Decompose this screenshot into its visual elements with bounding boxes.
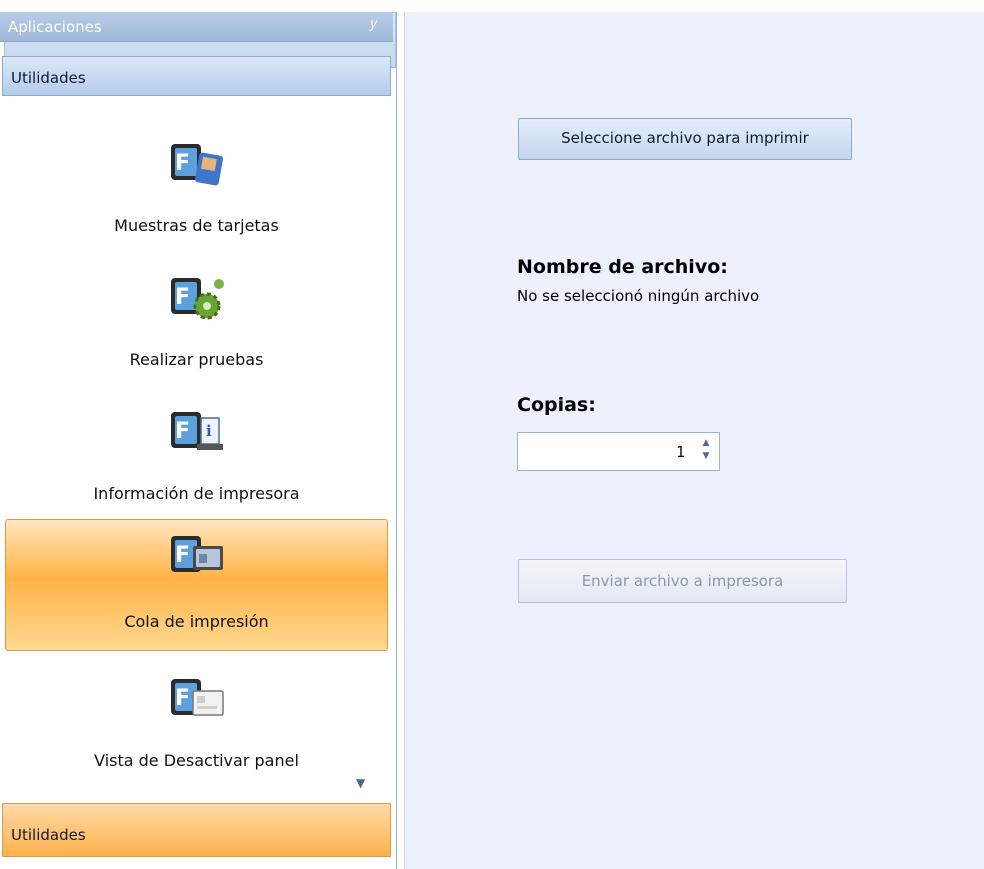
group-header-utilidades-bottom[interactable]: Utilidades <box>2 803 391 857</box>
printer-info-icon: F i <box>170 412 223 450</box>
pin-icon[interactable]: 𝑦 <box>370 16 377 32</box>
run-tests-icon: F <box>170 278 224 320</box>
card-samples-icon: F <box>170 144 223 186</box>
spinner-buttons[interactable]: ▲ ▼ <box>699 437 713 467</box>
sidebar-item-label: Cola de impresión <box>124 612 269 631</box>
applications-bar: Aplicaciones 𝑦 <box>0 12 393 42</box>
svg-text:F: F <box>175 543 190 568</box>
sidebar-item-card-samples[interactable]: F Muestras de tarjetas <box>5 128 388 256</box>
sidebar-item-label: Muestras de tarjetas <box>114 216 279 235</box>
filename-value: No se seleccionó ningún archivo <box>517 287 760 305</box>
group-header-label: Utilidades <box>11 69 86 87</box>
sidebar-item-label: Realizar pruebas <box>129 350 264 369</box>
svg-text:F: F <box>175 686 190 711</box>
group-header-label: Utilidades <box>11 826 86 844</box>
scroll-down-icon[interactable]: ▼ <box>356 776 365 790</box>
group-header-utilidades[interactable]: Utilidades <box>2 56 391 96</box>
copies-label: Copias: <box>517 394 596 416</box>
select-file-button[interactable]: Seleccione archivo para imprimir <box>518 118 852 160</box>
sidebar-item-run-tests[interactable]: F Realizar pruebas <box>5 262 388 390</box>
sidebar-item-print-queue[interactable]: F Cola de impresión <box>5 519 388 651</box>
sidebar-item-label: Vista de Desactivar panel <box>94 751 299 770</box>
chevron-down-icon[interactable]: ▼ <box>699 450 713 463</box>
applications-title: Aplicaciones <box>8 18 102 36</box>
svg-text:F: F <box>175 419 190 444</box>
sidebar-item-label: Información de impresora <box>93 484 300 503</box>
copies-spinner[interactable]: 1 ▲ ▼ <box>517 432 720 471</box>
send-file-button: Enviar archivo a impresora <box>518 559 847 603</box>
copies-value[interactable]: 1 <box>676 443 685 461</box>
filename-label: Nombre de archivo: <box>517 256 728 278</box>
chevron-up-icon[interactable]: ▲ <box>699 437 713 450</box>
svg-text:i: i <box>206 422 212 440</box>
sidebar-item-printer-info[interactable]: F i Información de impresora <box>5 396 388 524</box>
main-panel: Seleccione archivo para imprimir Nombre … <box>404 12 984 869</box>
svg-text:F: F <box>175 151 190 176</box>
sidebar-item-disable-panel-view[interactable]: F Vista de Desactivar panel <box>5 663 388 791</box>
disable-panel-view-icon: F <box>170 679 224 716</box>
svg-text:F: F <box>175 285 190 310</box>
print-queue-icon: F <box>170 536 223 572</box>
